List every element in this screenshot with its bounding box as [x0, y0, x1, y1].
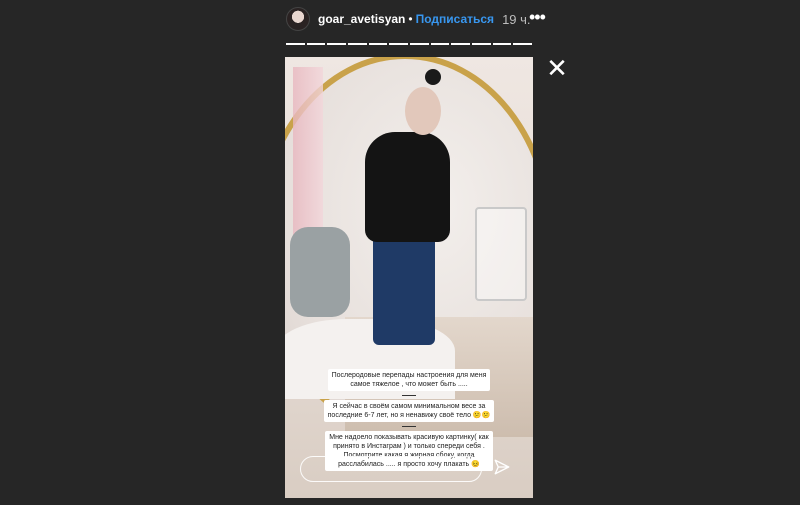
progress-segment [492, 43, 512, 45]
username[interactable]: goar_avetisyan [318, 12, 405, 26]
caption-line: Мне надоело показывать красивую картинку… [329, 434, 489, 441]
cart-shape [475, 207, 527, 301]
header-separator: • [408, 12, 413, 26]
caption-divider [402, 395, 416, 396]
caption-block: Я сейчас в своём самом минимальном весе … [323, 400, 495, 422]
person-head [405, 87, 441, 135]
progress-segment [348, 43, 367, 45]
avatar[interactable] [286, 7, 310, 31]
caption-divider [402, 426, 416, 427]
progress-segment [368, 43, 388, 45]
send-icon[interactable] [493, 458, 511, 476]
chair-shape [290, 227, 350, 317]
progress-segment [327, 43, 347, 45]
story-image[interactable]: Послеродовые перепады настроения для мен… [285, 57, 533, 498]
story-header: goar_avetisyan • Подписаться 19 ч. [286, 6, 531, 32]
reply-input[interactable] [300, 456, 482, 482]
caption-line: Послеродовые перепады настроения для мен… [331, 372, 487, 379]
more-icon[interactable]: ••• [529, 8, 546, 26]
caption-line: принято в Инстаграм ) и только спереди с… [333, 443, 485, 450]
subscribe-button[interactable]: Подписаться [416, 12, 494, 26]
progress-segment [286, 43, 305, 45]
caption-line: Я сейчас в своём самом минимальном весе … [332, 403, 486, 410]
caption-block: Послеродовые перепады настроения для мен… [327, 369, 491, 391]
caption-line: самое тяжелое , что может быть ..... [350, 381, 468, 388]
progress-segment [451, 43, 471, 45]
progress-segment [306, 43, 326, 45]
progress-segment [410, 43, 429, 45]
progress-segment [513, 43, 533, 45]
progress-segment [430, 43, 450, 45]
timestamp: 19 ч. [502, 11, 531, 27]
person-hair-bun [425, 69, 441, 85]
close-icon[interactable]: ✕ [546, 55, 568, 81]
story-progress [286, 43, 533, 45]
caption-line: последние 6-7 лет, но я ненавижу своё те… [327, 412, 491, 419]
progress-segment [472, 43, 491, 45]
person-top [365, 132, 450, 242]
progress-segment [389, 43, 409, 45]
person-jeans [373, 235, 435, 345]
